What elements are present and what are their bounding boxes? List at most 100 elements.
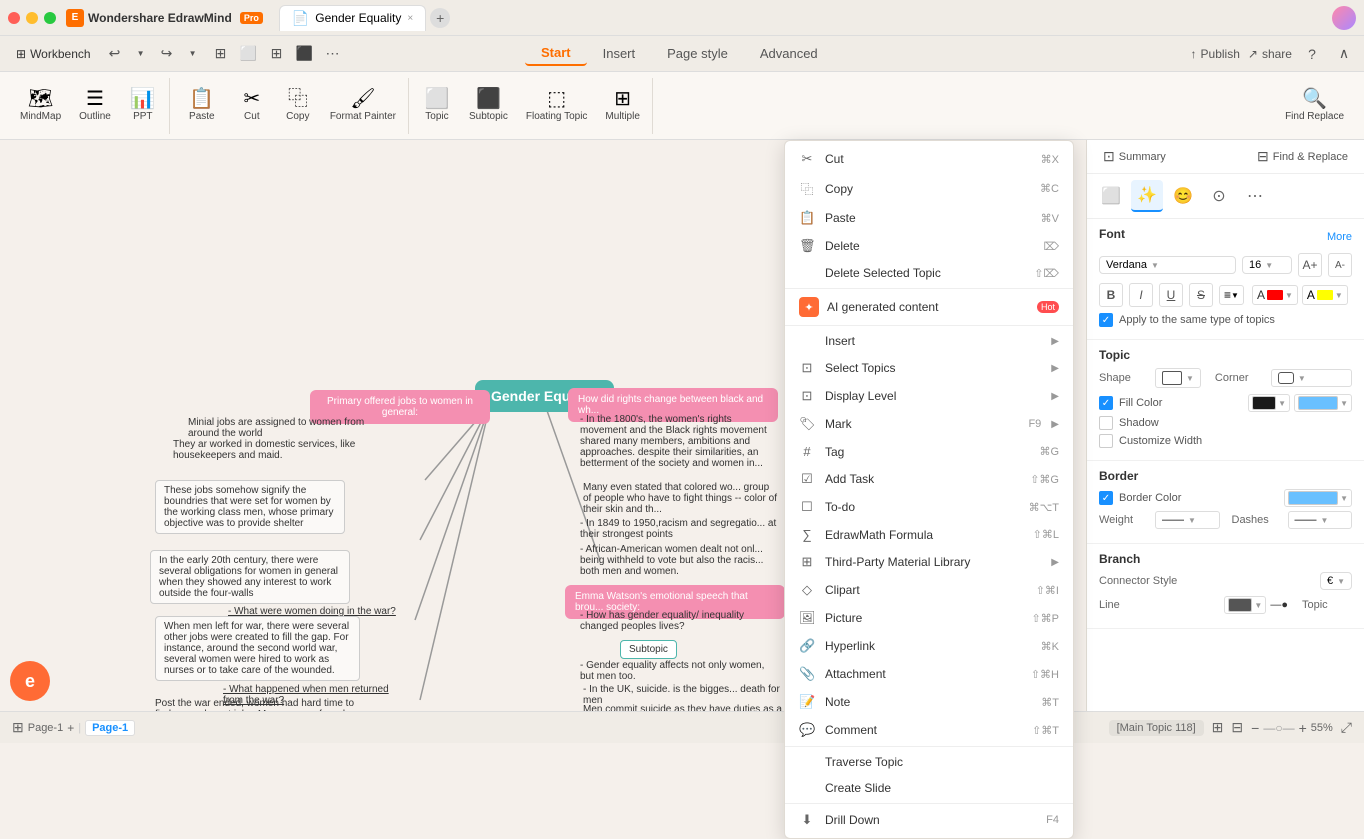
- zoom-minus-button[interactable]: −: [1251, 720, 1259, 736]
- menu-ai[interactable]: ✦ AI generated content Hot: [785, 291, 1073, 323]
- connector-select[interactable]: € ▼: [1320, 572, 1352, 590]
- menu-mark[interactable]: 🏷 Mark F9 ▶: [785, 410, 1073, 438]
- ppt-button[interactable]: 📊 PPT: [121, 81, 165, 131]
- font-family-select[interactable]: Verdana ▼: [1099, 256, 1236, 274]
- custom-width-checkbox[interactable]: [1099, 434, 1113, 448]
- menu-add-task[interactable]: ☑ Add Task ⇧⌘G: [785, 465, 1073, 493]
- weight-select[interactable]: —— ▼: [1155, 511, 1220, 529]
- find-replace-panel-button[interactable]: ⊟ Find & Replace: [1249, 144, 1356, 169]
- font-size-decrease[interactable]: A-: [1328, 253, 1352, 277]
- workbench-button[interactable]: ⊞ Workbench: [8, 43, 99, 65]
- text-node-14[interactable]: - In the 1800's, the women's rights move…: [572, 410, 787, 473]
- font-size-select[interactable]: 16 ▼: [1242, 256, 1292, 274]
- align-button[interactable]: ≡ ▼: [1219, 285, 1244, 305]
- menu-drill-down[interactable]: ⬇ Drill Down F4: [785, 806, 1073, 834]
- more-button[interactable]: ⋯: [321, 42, 345, 66]
- menu-todo[interactable]: ☐ To-do ⌘⌥T: [785, 493, 1073, 521]
- tab-start[interactable]: Start: [525, 41, 587, 66]
- shape-select[interactable]: ▼: [1155, 368, 1201, 388]
- grid-button[interactable]: ⊞: [265, 42, 289, 66]
- layout-icon[interactable]: ⊟: [1231, 719, 1243, 736]
- undo-button[interactable]: ↩: [103, 42, 127, 66]
- text-node-19[interactable]: - How has gender equality/ inequality ch…: [572, 606, 787, 636]
- format-painter-button[interactable]: 🖌 Format Painter: [322, 81, 404, 131]
- rp-more-icon[interactable]: ⋯: [1239, 180, 1271, 212]
- menu-cut[interactable]: ✂ Cut ⌘X: [785, 145, 1073, 173]
- topic-button[interactable]: ⬜ Topic: [415, 81, 459, 131]
- user-avatar[interactable]: [1332, 6, 1356, 30]
- publish-button[interactable]: ↑ Publish: [1191, 47, 1240, 61]
- current-page-chip[interactable]: Page-1: [85, 720, 135, 736]
- menu-display-level[interactable]: ⊡ Display Level ▶: [785, 382, 1073, 410]
- zoom-plus-button[interactable]: +: [1299, 720, 1307, 736]
- fill-color-blue-button[interactable]: ▼: [1294, 394, 1352, 412]
- share-button[interactable]: ↗ share: [1248, 47, 1292, 61]
- subtopic-button[interactable]: ⬛ Subtopic: [461, 81, 516, 131]
- fullscreen-icon[interactable]: ⤢: [1341, 719, 1352, 736]
- font-color-button[interactable]: A ▼: [1252, 285, 1298, 305]
- outline-button[interactable]: ☰ Outline: [71, 81, 119, 131]
- text-node-7[interactable]: When men left for war, there were severa…: [155, 616, 360, 681]
- help-button[interactable]: ?: [1300, 42, 1324, 66]
- font-size-increase[interactable]: A+: [1298, 253, 1322, 277]
- strikethrough-button[interactable]: S: [1189, 283, 1213, 307]
- copy-button[interactable]: ⿻ Copy: [276, 81, 320, 131]
- rp-style-icon[interactable]: ✨: [1131, 180, 1163, 212]
- redo-button[interactable]: ↪: [155, 42, 179, 66]
- collapse-button[interactable]: ∧: [1332, 42, 1356, 66]
- minimize-button[interactable]: [26, 12, 38, 24]
- tab-close-button[interactable]: ×: [407, 13, 413, 24]
- paste-button[interactable]: 📋 Paste: [176, 81, 228, 131]
- find-replace-button[interactable]: 🔍 Find Replace: [1277, 81, 1352, 131]
- shadow-checkbox[interactable]: [1099, 416, 1113, 430]
- panel-button[interactable]: ⬜: [237, 42, 261, 66]
- multiple-button[interactable]: ⊞ Multiple: [597, 81, 647, 131]
- font-more-button[interactable]: More: [1327, 231, 1352, 243]
- border-color-button[interactable]: ▼: [1284, 489, 1352, 507]
- tab-page-style[interactable]: Page style: [651, 42, 744, 65]
- rp-format-icon[interactable]: ⬜: [1095, 180, 1127, 212]
- close-button[interactable]: [8, 12, 20, 24]
- italic-button[interactable]: I: [1129, 283, 1153, 307]
- corner-select[interactable]: ▼: [1271, 369, 1352, 387]
- underline-button[interactable]: U: [1159, 283, 1183, 307]
- menu-edrawmath[interactable]: ∑ EdrawMath Formula ⇧⌘L: [785, 521, 1073, 548]
- summary-button[interactable]: ⊡ Summary: [1095, 144, 1245, 169]
- menu-note[interactable]: 📝 Note ⌘T: [785, 688, 1073, 716]
- rp-theme-icon[interactable]: ⊙: [1203, 180, 1235, 212]
- floating-topic-button[interactable]: ⬚ Floating Topic: [518, 81, 596, 131]
- menu-traverse[interactable]: Traverse Topic: [785, 749, 1073, 775]
- menu-create-slide[interactable]: Create Slide: [785, 775, 1073, 801]
- active-tab[interactable]: 📄 Gender Equality ×: [279, 5, 426, 31]
- maximize-button[interactable]: [44, 12, 56, 24]
- bold-button[interactable]: B: [1099, 283, 1123, 307]
- text-node-23[interactable]: Men commit suicide as they have duties a…: [575, 700, 790, 711]
- text-node-9[interactable]: Post the war ended, women had hard time …: [155, 696, 355, 711]
- edraw-logo[interactable]: e: [10, 661, 50, 701]
- menu-hyperlink[interactable]: 🔗 Hyperlink ⌘K: [785, 632, 1073, 660]
- text-node-4[interactable]: These jobs somehow signify the boundries…: [155, 480, 345, 534]
- menu-comment[interactable]: 💬 Comment ⇧⌘T: [785, 716, 1073, 744]
- screen-button[interactable]: ⬛: [293, 42, 317, 66]
- text-node-15[interactable]: Many even stated that colored wo... grou…: [575, 478, 785, 519]
- dashes-select[interactable]: —— ▼: [1288, 511, 1353, 529]
- font-highlight-button[interactable]: A ▼: [1302, 285, 1348, 305]
- tab-advanced[interactable]: Advanced: [744, 42, 834, 65]
- menu-attachment[interactable]: 📎 Attachment ⇧⌘H: [785, 660, 1073, 688]
- fill-color-checkbox[interactable]: ✓: [1099, 396, 1113, 410]
- menu-copy[interactable]: ⿻ Copy ⌘C: [785, 173, 1073, 204]
- rp-emoji-icon[interactable]: 😊: [1167, 180, 1199, 212]
- menu-clipart[interactable]: ◇ Clipart ⇧⌘I: [785, 576, 1073, 604]
- text-node-5[interactable]: In the early 20th century, there were se…: [150, 550, 350, 604]
- menu-third-party[interactable]: ⊞ Third-Party Material Library ▶: [785, 548, 1073, 576]
- menu-delete[interactable]: 🗑 Delete ⌦: [785, 232, 1073, 260]
- menu-picture[interactable]: 🖼 Picture ⇧⌘P: [785, 604, 1073, 632]
- add-tab-button[interactable]: +: [430, 8, 450, 28]
- redo-dropdown[interactable]: ▼: [181, 42, 205, 66]
- menu-tag[interactable]: # Tag ⌘G: [785, 438, 1073, 465]
- apply-same-checkbox[interactable]: ✓: [1099, 313, 1113, 327]
- add-page-button[interactable]: +: [67, 721, 74, 735]
- cut-button[interactable]: ✂ Cut: [230, 81, 274, 131]
- line-color-button[interactable]: ▼: [1224, 596, 1266, 614]
- fill-color-dark-button[interactable]: ▼: [1248, 394, 1290, 412]
